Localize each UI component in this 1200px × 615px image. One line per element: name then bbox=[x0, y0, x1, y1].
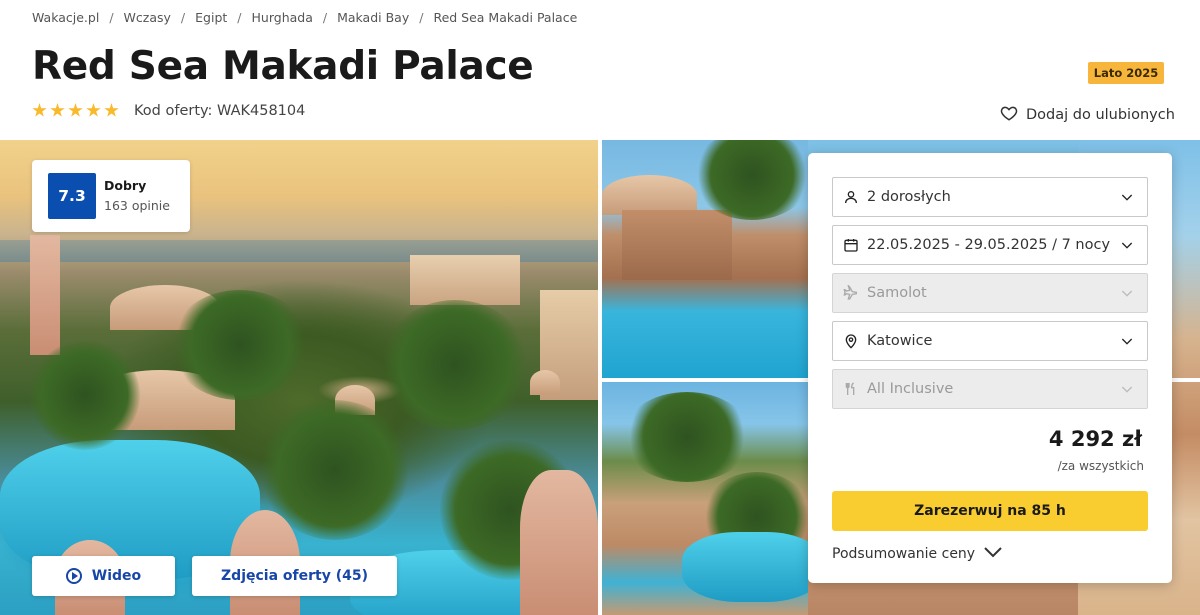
photo-palm bbox=[380, 300, 530, 430]
photo-dome bbox=[602, 175, 697, 215]
dates-select[interactable]: 22.05.2025 - 29.05.2025 / 7 nocy bbox=[832, 225, 1148, 265]
price-summary-label: Podsumowanie ceny bbox=[832, 546, 976, 562]
breadcrumb-separator: / bbox=[237, 10, 242, 25]
chevron-down-icon bbox=[1119, 381, 1135, 397]
breadcrumb-separator: / bbox=[109, 10, 114, 25]
person-icon bbox=[843, 189, 859, 205]
breadcrumb-separator: / bbox=[419, 10, 424, 25]
breadcrumb-current: Red Sea Makadi Palace bbox=[433, 10, 578, 25]
chevron-down-icon bbox=[1119, 237, 1135, 253]
chevron-down-icon bbox=[1119, 189, 1135, 205]
add-to-favorites-button[interactable]: Dodaj do ulubionych bbox=[1000, 104, 1175, 126]
star-icon bbox=[32, 103, 47, 117]
star-icon bbox=[86, 103, 101, 117]
cutlery-icon bbox=[843, 381, 859, 397]
chevron-down-icon bbox=[1119, 285, 1135, 301]
gallery-photo-pool[interactable] bbox=[602, 140, 808, 378]
star-icon bbox=[68, 103, 83, 117]
dates-value: 22.05.2025 - 29.05.2025 / 7 nocy bbox=[867, 237, 1111, 253]
add-to-favorites-label: Dodaj do ulubionych bbox=[1026, 107, 1175, 123]
photo-palm bbox=[170, 290, 310, 400]
rating-card[interactable]: 7.3 Dobry 163 opinie bbox=[32, 160, 190, 232]
photo-building bbox=[520, 470, 598, 615]
board-value: All Inclusive bbox=[867, 381, 954, 397]
photo-dome bbox=[530, 370, 560, 395]
breadcrumb-link-wczasy[interactable]: Wczasy bbox=[124, 10, 171, 25]
photo-building bbox=[622, 210, 732, 280]
offer-code: Kod oferty: WAK458104 bbox=[134, 103, 306, 119]
transport-select: Samolot bbox=[832, 273, 1148, 313]
departure-value: Katowice bbox=[867, 333, 933, 349]
rating-score: 7.3 bbox=[48, 173, 96, 219]
location-pin-icon bbox=[843, 333, 859, 349]
chevron-down-icon bbox=[983, 546, 1003, 562]
video-button[interactable]: Wideo bbox=[32, 556, 175, 596]
photo-palm bbox=[30, 340, 140, 450]
travelers-value: 2 dorosłych bbox=[867, 189, 951, 205]
photo-palm bbox=[692, 140, 808, 220]
breadcrumb-link-home[interactable]: Wakacje.pl bbox=[32, 10, 99, 25]
page-title: Red Sea Makadi Palace bbox=[32, 44, 534, 89]
breadcrumb-link-makadi-bay[interactable]: Makadi Bay bbox=[337, 10, 409, 25]
photos-button[interactable]: Zdjęcia oferty (45) bbox=[192, 556, 397, 596]
photo-building bbox=[30, 235, 60, 355]
photo-building bbox=[410, 255, 520, 305]
video-button-label: Wideo bbox=[91, 568, 142, 584]
photo-pool bbox=[682, 532, 808, 602]
breadcrumb-link-egipt[interactable]: Egipt bbox=[195, 10, 227, 25]
travelers-select[interactable]: 2 dorosłych bbox=[832, 177, 1148, 217]
rating-label: Dobry bbox=[104, 178, 147, 193]
star-icon bbox=[104, 103, 119, 117]
star-icon bbox=[50, 103, 65, 117]
reserve-button[interactable]: Zarezerwuj na 85 h bbox=[832, 491, 1148, 531]
price-note: /za wszystkich bbox=[1057, 459, 1144, 473]
board-select: All Inclusive bbox=[832, 369, 1148, 409]
transport-value: Samolot bbox=[867, 285, 927, 301]
breadcrumb-link-hurghada[interactable]: Hurghada bbox=[252, 10, 313, 25]
departure-select[interactable]: Katowice bbox=[832, 321, 1148, 361]
breadcrumb-separator: / bbox=[180, 10, 186, 25]
booking-panel: 2 dorosłych 22.05.2025 - 29.05.2025 / 7 … bbox=[808, 153, 1172, 583]
star-rating bbox=[32, 103, 119, 118]
breadcrumb: Wakacje.pl / Wczasy / Egipt / Hurghada /… bbox=[32, 10, 577, 25]
price-summary-toggle[interactable]: Podsumowanie ceny bbox=[832, 546, 1003, 562]
breadcrumb-separator: / bbox=[322, 10, 328, 25]
heart-icon bbox=[1000, 104, 1018, 126]
season-badge: Lato 2025 bbox=[1088, 62, 1164, 84]
photo-palm bbox=[622, 392, 752, 482]
gallery-photo-garden[interactable] bbox=[602, 382, 808, 615]
plane-icon bbox=[843, 283, 859, 301]
total-price: 4 292 zł bbox=[1048, 427, 1142, 451]
photos-button-label: Zdjęcia oferty (45) bbox=[221, 568, 368, 584]
chevron-down-icon bbox=[1119, 333, 1135, 349]
reviews-count: 163 opinie bbox=[104, 198, 170, 213]
play-icon bbox=[65, 568, 82, 584]
calendar-icon bbox=[843, 237, 859, 253]
